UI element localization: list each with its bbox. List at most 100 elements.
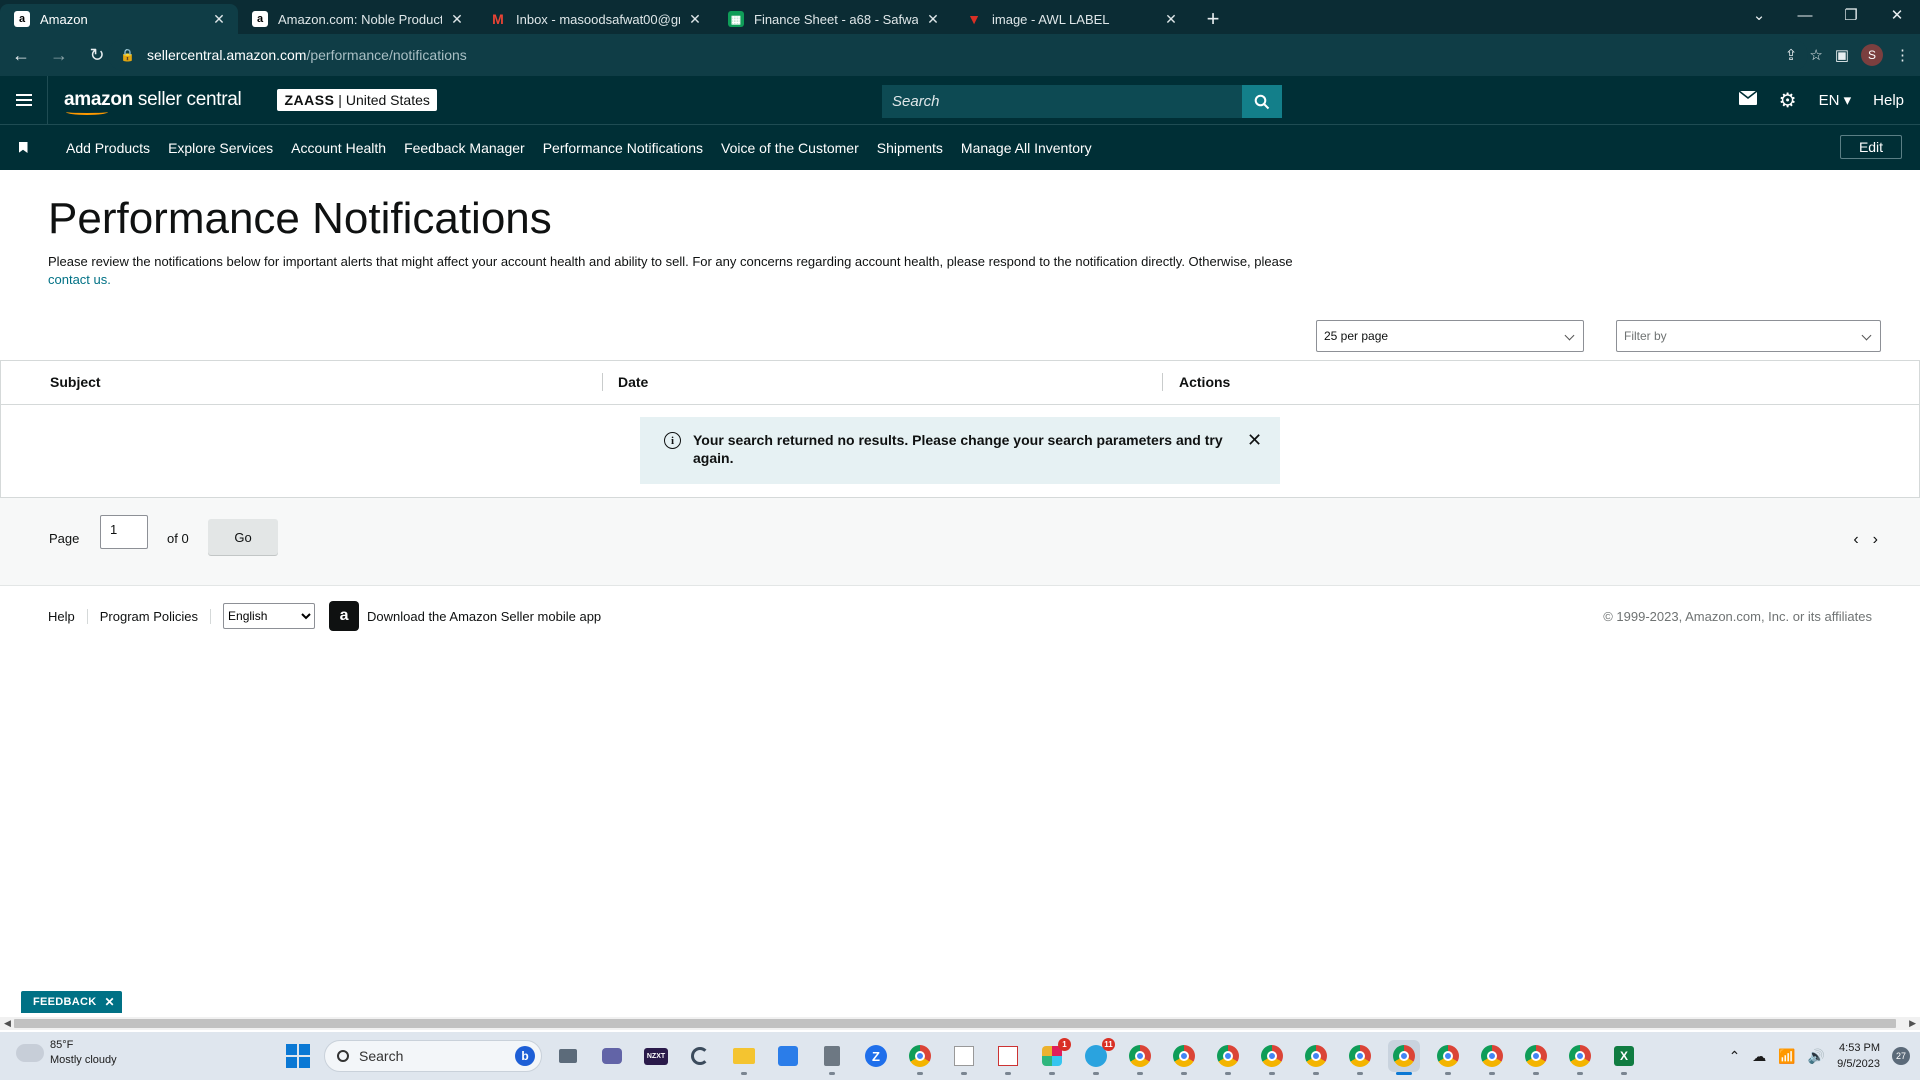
tab-title: Amazon.com: Noble Products KP [278, 11, 442, 27]
zoom-icon[interactable]: Z [860, 1040, 892, 1072]
browser-tab-awl[interactable]: ▼ image - AWL LABEL ✕ [952, 4, 1190, 34]
per-page-select[interactable]: 25 per page [1316, 320, 1584, 352]
nav-voice-of-customer[interactable]: Voice of the Customer [721, 140, 859, 156]
onedrive-cloud-icon[interactable]: ☁ [1752, 1048, 1766, 1065]
settings-gear-icon[interactable]: ⚙ [1779, 88, 1797, 113]
volume-icon[interactable]: 🔊 [1808, 1048, 1825, 1065]
minimize-button[interactable]: — [1782, 7, 1828, 24]
scroll-left-icon[interactable]: ◀ [4, 1017, 11, 1030]
bookmark-star-icon[interactable]: ☆ [1809, 46, 1822, 64]
menu-kebab-icon[interactable]: ⋮ [1895, 46, 1910, 64]
horizontal-scrollbar[interactable]: ◀ ▶ [0, 1017, 1920, 1030]
calculator-icon[interactable] [816, 1040, 848, 1075]
new-tab-button[interactable]: + [1198, 4, 1228, 34]
side-panel-icon[interactable]: ▣ [1835, 46, 1849, 64]
chrome-profile-icon[interactable] [1476, 1040, 1508, 1075]
prev-page-icon[interactable]: ‹ [1853, 531, 1858, 549]
browser-tab-amazon[interactable]: a Amazon ✕ [0, 4, 238, 34]
chrome-profile-icon[interactable] [1564, 1040, 1596, 1075]
task-view-icon[interactable] [552, 1040, 584, 1072]
footer-program-policies-link[interactable]: Program Policies [100, 608, 212, 624]
help-link[interactable]: Help [1873, 92, 1904, 109]
sync-icon[interactable] [684, 1040, 716, 1072]
chrome-profile-icon[interactable] [1344, 1040, 1376, 1075]
close-feedback-icon[interactable]: ✕ [105, 995, 115, 1009]
chrome-profile-icon[interactable] [1212, 1040, 1244, 1075]
stock-app-icon[interactable] [948, 1040, 980, 1075]
teams-icon[interactable] [596, 1040, 628, 1072]
telegram-icon[interactable]: 11 [1080, 1038, 1115, 1075]
store-switcher[interactable]: ZAASS | United States [277, 89, 437, 111]
weather-widget[interactable]: 85°F Mostly cloudy [16, 1038, 117, 1068]
scroll-right-icon[interactable]: ▶ [1909, 1017, 1916, 1030]
taskbar-search[interactable]: Search b [324, 1040, 542, 1072]
nzxt-icon[interactable]: NZXT [640, 1040, 672, 1072]
download-app-link[interactable]: Download the Amazon Seller mobile app [367, 609, 601, 624]
chrome-profile-icon[interactable] [1168, 1040, 1200, 1075]
hamburger-menu-icon[interactable] [0, 76, 48, 124]
close-tab-icon[interactable]: ✕ [448, 10, 466, 28]
search-input[interactable] [882, 85, 1242, 118]
nav-explore-services[interactable]: Explore Services [168, 140, 273, 156]
chrome-active-icon[interactable] [1388, 1040, 1420, 1075]
edit-nav-button[interactable]: Edit [1840, 135, 1902, 159]
seller-central-logo[interactable]: amazon seller central [64, 89, 242, 115]
seller-app-icon[interactable]: a [329, 601, 360, 631]
share-icon[interactable]: ⇪ [1785, 46, 1798, 64]
nav-add-products[interactable]: Add Products [66, 140, 150, 156]
column-date[interactable]: Date [618, 374, 648, 390]
chrome-profile-icon[interactable] [1432, 1040, 1464, 1075]
back-button[interactable]: ← [4, 38, 38, 72]
nav-manage-all-inventory[interactable]: Manage All Inventory [961, 140, 1092, 156]
browser-tab-amazon-product[interactable]: a Amazon.com: Noble Products KP ✕ [238, 4, 476, 34]
scrollbar-thumb[interactable] [14, 1019, 1896, 1028]
close-tab-icon[interactable]: ✕ [924, 10, 942, 28]
close-tab-icon[interactable]: ✕ [686, 10, 704, 28]
forward-button[interactable]: → [42, 38, 76, 72]
chrome-profile-icon[interactable] [1300, 1040, 1332, 1075]
nav-feedback-manager[interactable]: Feedback Manager [404, 140, 525, 156]
footer-language-select[interactable]: English [223, 603, 316, 629]
maximize-button[interactable]: ❐ [1828, 6, 1874, 24]
file-explorer-icon[interactable] [728, 1040, 760, 1075]
calendar-icon[interactable] [772, 1040, 804, 1072]
language-selector[interactable]: EN ▾ [1819, 91, 1852, 109]
close-tab-icon[interactable]: ✕ [210, 10, 228, 28]
profile-avatar[interactable]: S [1861, 44, 1883, 66]
notification-count[interactable]: 27 [1892, 1047, 1910, 1065]
go-button[interactable]: Go [208, 519, 278, 555]
browser-tab-sheets[interactable]: ▦ Finance Sheet - a68 - Safwat (San ✕ [714, 4, 952, 34]
chrome-profile-icon[interactable] [1256, 1040, 1288, 1075]
column-subject[interactable]: Subject [50, 374, 101, 390]
nav-performance-notifications[interactable]: Performance Notifications [543, 140, 703, 156]
wifi-icon[interactable]: 📶 [1778, 1048, 1795, 1065]
chrome-icon[interactable] [904, 1040, 936, 1075]
badge: 1 [1058, 1038, 1071, 1051]
mail-icon[interactable] [1738, 90, 1758, 109]
browser-tab-gmail[interactable]: M Inbox - masoodsafwat00@gmail. ✕ [476, 4, 714, 34]
footer-help-link[interactable]: Help [48, 608, 88, 624]
page-number-input[interactable]: 1 [100, 515, 148, 549]
search-button[interactable] [1242, 85, 1282, 118]
close-tab-icon[interactable]: ✕ [1162, 10, 1180, 28]
tab-search-icon[interactable]: ⌄ [1736, 6, 1782, 24]
bing-icon[interactable]: b [515, 1046, 535, 1066]
windows-start-icon[interactable] [286, 1044, 310, 1068]
address-bar[interactable]: 🔒 sellercentral.amazon.com/performance/n… [108, 39, 1808, 71]
excel-icon[interactable]: X [1608, 1040, 1640, 1075]
next-page-icon[interactable]: › [1873, 531, 1878, 549]
dismiss-alert-icon[interactable]: ✕ [1247, 431, 1262, 449]
feedback-button[interactable]: FEEDBACK ✕ [21, 991, 122, 1013]
nav-shipments[interactable]: Shipments [877, 140, 943, 156]
stock-app-2-icon[interactable] [992, 1040, 1024, 1075]
chevron-up-icon[interactable]: ⌃ [1729, 1048, 1741, 1065]
bookmark-icon[interactable] [0, 142, 46, 153]
contact-us-link[interactable]: contact us. [48, 272, 111, 287]
chrome-profile-icon[interactable] [1520, 1040, 1552, 1075]
nav-account-health[interactable]: Account Health [291, 140, 386, 156]
close-window-button[interactable]: ✕ [1874, 6, 1920, 24]
chrome-profile-icon[interactable] [1124, 1040, 1156, 1075]
slack-icon[interactable]: 1 [1036, 1038, 1071, 1075]
clock[interactable]: 4:53 PM 9/5/2023 [1837, 1040, 1880, 1072]
filter-select[interactable]: Filter by [1616, 320, 1881, 352]
